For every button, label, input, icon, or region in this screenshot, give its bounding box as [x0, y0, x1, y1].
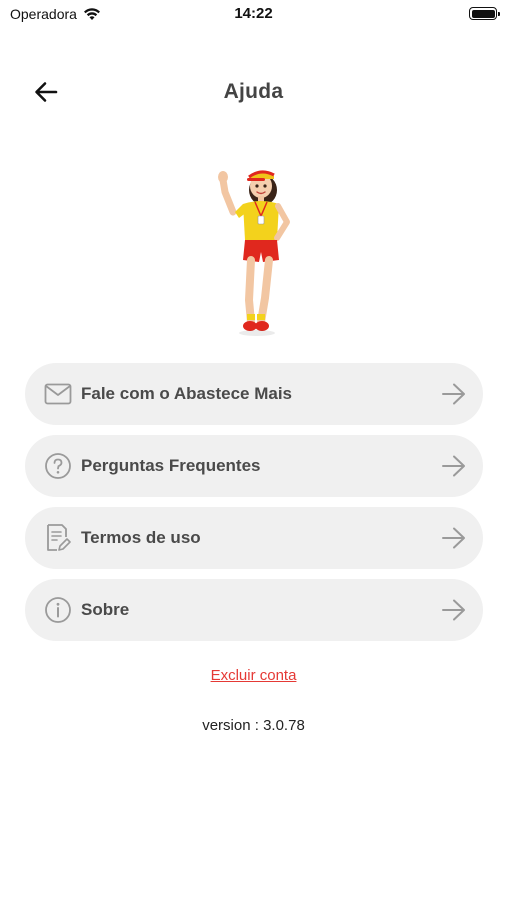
mail-icon	[43, 379, 73, 409]
header: Ajuda	[0, 70, 507, 114]
menu-item-about[interactable]: Sobre	[25, 579, 483, 641]
arrow-right-icon	[442, 527, 465, 549]
help-menu: Fale com o Abastece Mais Perguntas Frequ…	[25, 363, 483, 651]
battery-icon	[469, 7, 500, 20]
menu-item-label: Termos de uso	[81, 528, 201, 547]
battery-level	[471, 9, 495, 18]
question-icon	[43, 451, 73, 481]
menu-item-contact[interactable]: Fale com o Abastece Mais	[25, 363, 483, 425]
arrow-right-icon	[442, 455, 465, 477]
menu-item-label: Fale com o Abastece Mais	[81, 384, 293, 403]
menu-item-label: Perguntas Frequentes	[81, 456, 261, 475]
status-time: 14:22	[234, 5, 273, 22]
arrow-right-icon	[442, 383, 465, 405]
menu-item-label: Sobre	[81, 600, 130, 619]
menu-item-terms[interactable]: Termos de uso	[25, 507, 483, 569]
info-icon	[43, 595, 73, 625]
status-bar: Operadora 14:22	[0, 0, 507, 28]
mascot-illustration	[218, 170, 290, 336]
app-version: version : 3.0.78	[202, 717, 305, 734]
menu-item-faq[interactable]: Perguntas Frequentes	[25, 435, 483, 497]
page-title: Ajuda	[223, 80, 284, 103]
delete-account-link[interactable]: Excluir conta	[0, 667, 507, 684]
arrow-right-icon	[442, 599, 465, 621]
document-edit-icon	[43, 523, 73, 553]
